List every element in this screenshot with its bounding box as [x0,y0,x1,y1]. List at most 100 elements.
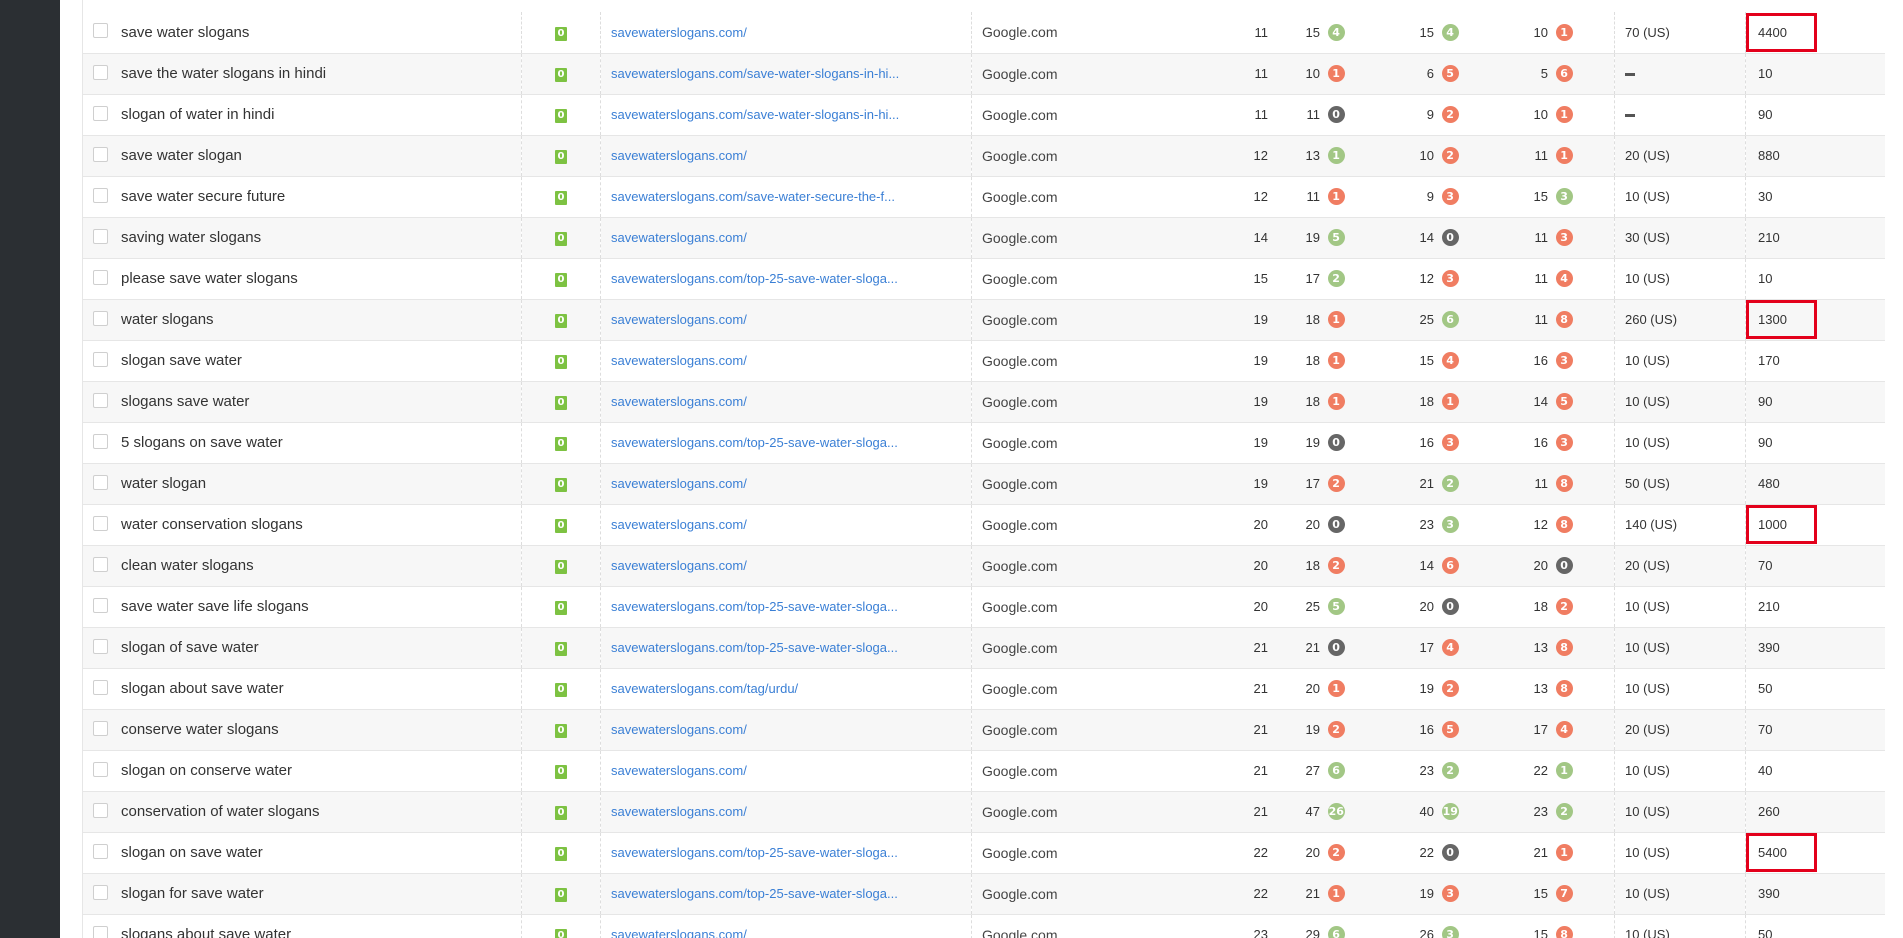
table-row[interactable]: save water save life slogans 0 savewatersl… [83,586,1903,628]
ranking-url-link[interactable]: savewaterslogans.com/tag/urdu/ [611,681,798,696]
row-checkbox[interactable] [93,392,108,408]
row-checkbox[interactable] [93,64,108,80]
table-row[interactable]: saving water slogans 0 savewaterslogans.co… [83,217,1903,259]
ranking-url-link[interactable]: savewaterslogans.com/ [611,148,747,163]
row-checkbox[interactable] [93,556,108,572]
landing-page-flag-icon: 0 [555,724,567,738]
flag-cell: 0 [521,586,601,628]
rank-change-badge-2: 5 [1441,65,1459,82]
ranking-url-link[interactable]: savewaterslogans.com/save-water-slogans-… [611,107,899,122]
row-checkbox[interactable] [93,843,108,859]
table-row[interactable]: conserve water slogans 0 savewaterslogans.… [83,709,1903,751]
table-row[interactable]: save water secure future 0 savewaterslogan… [83,176,1903,218]
ranking-url-link[interactable]: savewaterslogans.com/ [611,25,747,40]
search-engine-text: Google.com [982,557,1058,574]
row-checkbox[interactable] [93,228,108,244]
table-row[interactable]: 5 slogans on save water 0 savewaterslogans… [83,422,1903,464]
table-row[interactable]: slogans about save water 0 savewaterslogan… [83,914,1903,938]
row-checkbox[interactable] [93,884,108,900]
ranking-url-link[interactable]: savewaterslogans.com/ [611,476,747,491]
cpc-cell: 30 (US) [1614,217,1746,259]
row-checkbox[interactable] [93,269,108,285]
ranking-url-link[interactable]: savewaterslogans.com/top-25-save-water-s… [611,271,898,286]
ranking-url-link[interactable]: savewaterslogans.com/ [611,763,747,778]
search-volume-cell: 5400 [1745,832,1903,874]
row-checkbox[interactable] [93,925,108,938]
ranking-url-link[interactable]: savewaterslogans.com/save-water-slogans-… [611,66,899,81]
cpc-cell: 20 (US) [1614,709,1746,751]
row-checkbox[interactable] [93,474,108,490]
ranking-url-link[interactable]: savewaterslogans.com/save-water-secure-t… [611,189,895,204]
prev-rank-3-cell: 16 [1500,340,1552,382]
url-cell: savewaterslogans.com/tag/urdu/ [600,668,972,710]
table-row[interactable]: water slogans 0 savewaterslogans.com/Googl… [83,299,1903,341]
table-row[interactable]: water conservation slogans 0 savewaterslog… [83,504,1903,546]
row-checkbox[interactable] [93,720,108,736]
ranking-url-link[interactable]: savewaterslogans.com/top-25-save-water-s… [611,435,898,450]
row-checkbox[interactable] [93,23,108,39]
table-row[interactable]: slogan on conserve water 0 savewaterslogan… [83,750,1903,792]
ranking-url-link[interactable]: savewaterslogans.com/top-25-save-water-s… [611,640,898,655]
table-row[interactable]: clean water slogans 0 savewaterslogans.com… [83,545,1903,587]
ranking-url-link[interactable]: savewaterslogans.com/ [611,558,747,573]
rank-change-badge-1: 1 [1327,65,1345,82]
table-row[interactable]: save the water slogans in hindi 0 savewate… [83,53,1903,95]
change-2-cell: 2 [1438,668,1500,710]
row-checkbox[interactable] [93,351,108,367]
rank-cell: 19 [1220,340,1272,382]
previous-rank-2: 25 [1419,312,1434,327]
landing-page-flag-icon: 0 [555,437,567,451]
ranking-url-link[interactable]: savewaterslogans.com/ [611,353,747,368]
ranking-url-link[interactable]: savewaterslogans.com/ [611,230,747,245]
table-row[interactable]: slogan about save water 0 savewaterslogans… [83,668,1903,710]
search-engine-cell: Google.com [971,340,1220,382]
table-row[interactable]: slogan for save water 0 savewaterslogans.c… [83,873,1903,915]
change-1-cell: 26 [1324,791,1386,833]
ranking-url-link[interactable]: savewaterslogans.com/ [611,312,747,327]
table-row[interactable]: slogans save water 0 savewaterslogans.com/… [83,381,1903,423]
table-row[interactable]: slogan save water 0 savewaterslogans.com/G… [83,340,1903,382]
previous-rank-3: 11 [1534,312,1549,327]
row-checkbox[interactable] [93,597,108,613]
cpc-value: 10 (US) [1625,886,1670,901]
table-row[interactable]: please save water slogans 0 savewatersloga… [83,258,1903,300]
change-1-cell: 1 [1324,176,1386,218]
ranking-url-link[interactable]: savewaterslogans.com/top-25-save-water-s… [611,886,898,901]
table-row[interactable]: conservation of water slogans 0 savewaters… [83,791,1903,833]
rank-cell: 22 [1220,873,1272,915]
ranking-url-link[interactable]: savewaterslogans.com/ [611,722,747,737]
row-checkbox[interactable] [93,761,108,777]
current-rank: 11 [1254,24,1269,40]
row-checkbox[interactable] [93,515,108,531]
current-rank: 19 [1253,476,1268,491]
table-row[interactable]: water slogan 0 savewaterslogans.com/Google… [83,463,1903,505]
row-checkbox[interactable] [93,187,108,203]
prev-rank-2-cell: 9 [1386,176,1438,218]
ranking-url-link[interactable]: savewaterslogans.com/top-25-save-water-s… [611,599,898,614]
table-row[interactable]: slogan of water in hindi 0 savewaterslogan… [83,94,1903,136]
row-checkbox[interactable] [93,679,108,695]
scrollbar-area[interactable] [1885,0,1903,938]
table-row[interactable]: slogan on save water 0 savewaterslogans.co… [83,832,1903,874]
prev-rank-1-cell: 18 [1272,299,1324,341]
ranking-url-link[interactable]: savewaterslogans.com/ [611,804,747,819]
prev-rank-1-cell: 19 [1272,422,1324,464]
ranking-url-link[interactable]: savewaterslogans.com/top-25-save-water-s… [611,845,898,860]
search-engine-cell: Google.com [971,463,1220,505]
ranking-url-link[interactable]: savewaterslogans.com/ [611,927,747,938]
row-select-cell [83,627,121,669]
row-select-cell [83,791,121,833]
previous-rank-2: 10 [1419,148,1434,163]
table-row[interactable]: save water slogan 0 savewaterslogans.com/G… [83,135,1903,177]
row-checkbox[interactable] [93,105,108,121]
search-engine-cell: Google.com [971,176,1220,218]
ranking-url-link[interactable]: savewaterslogans.com/ [611,394,747,409]
row-checkbox[interactable] [93,433,108,449]
ranking-url-link[interactable]: savewaterslogans.com/ [611,517,747,532]
row-checkbox[interactable] [93,802,108,818]
row-checkbox[interactable] [93,310,108,326]
table-row[interactable]: save water slogans 0 savewaterslogans.com/… [83,12,1903,54]
table-row[interactable]: slogan of save water 0 savewaterslogans.co… [83,627,1903,669]
row-checkbox[interactable] [93,146,108,162]
row-checkbox[interactable] [93,638,108,654]
